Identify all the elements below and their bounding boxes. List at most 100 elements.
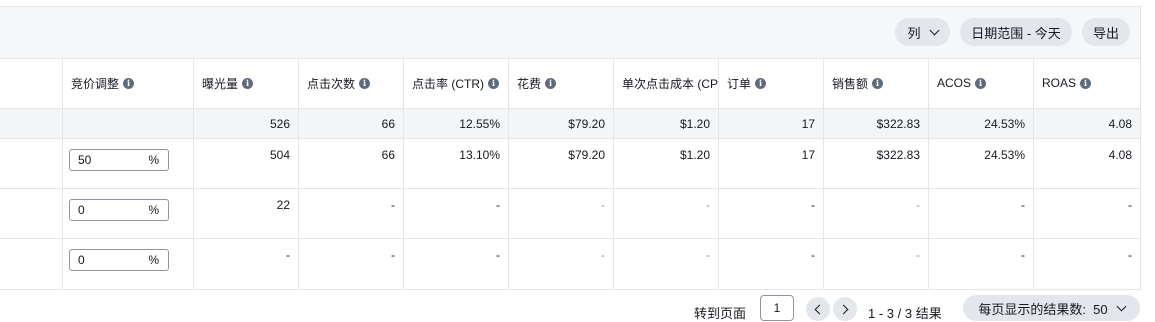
column-header-sales[interactable]: 销售额 i [823,58,928,108]
column-header-label: 订单 [727,76,752,91]
bid-adjust-cell: 50 % [62,139,193,188]
table-cell: 17 [718,139,823,188]
current-page-value: 1 [773,301,781,315]
table-cell: - [403,189,508,238]
bid-adjust-value: 0 [78,203,85,217]
table-cell: - [298,239,403,289]
export-button[interactable]: 导出 [1082,18,1130,46]
table-row: 50 % 504 66 13.10% $79.20 $1.20 17 $322.… [0,139,1140,189]
info-icon[interactable]: i [123,77,135,89]
table-cell: - [928,189,1033,238]
results-count: 1 - 3 / 3 结果 [868,306,942,321]
column-header-roas[interactable]: ROAS i [1033,58,1140,108]
table-cell: $1.20 [613,139,718,188]
table-container: 列 日期范围 - 今天 导出 竞价调整 i 曝光量 i 点击次数 i 点击率 (CTR… [0,6,1141,290]
table-cell: - [718,239,823,289]
summary-cell: 17 [718,109,823,138]
table-cell: - [613,239,718,289]
percent-unit: % [148,253,159,267]
table-cell: - [1033,239,1140,289]
table-cell: - [823,189,928,238]
column-header-impressions[interactable]: 曝光量 i [193,58,298,108]
table-cell: 4.08 [1033,139,1140,188]
table-cell: $79.20 [508,139,613,188]
table-cell: $322.83 [823,139,928,188]
table-cell: - [403,239,508,289]
column-header-label: 点击率 (CTR) [412,76,484,91]
bid-adjust-cell: 0 % [62,239,193,289]
summary-row: 526 66 12.55% $79.20 $1.20 17 $322.83 24… [0,109,1140,139]
column-header-cpc[interactable]: 单次点击成本 (CPC) [613,58,718,108]
bid-adjust-input[interactable]: 50 % [69,149,169,171]
table-cell: - [508,239,613,289]
table-cell: 13.10% [403,139,508,188]
summary-cell: $322.83 [823,109,928,138]
table-cell: 66 [298,139,403,188]
table-cell: - [298,189,403,238]
columns-label: 列 [907,25,921,41]
column-header-acos[interactable]: ACOS i [928,58,1033,108]
date-range-button[interactable]: 日期范围 - 今天 [960,18,1072,46]
summary-cell: 526 [193,109,298,138]
summary-cell: $1.20 [613,109,718,138]
info-icon[interactable]: i [975,77,987,89]
summary-cell: $79.20 [508,109,613,138]
column-header-label: ACOS [937,76,972,90]
results-per-page-select[interactable]: 每页显示的结果数: 50 [963,295,1140,321]
table-cell: 24.53% [928,139,1033,188]
percent-unit: % [148,203,159,217]
next-page-button[interactable] [833,297,857,321]
table-row: 0 % - - - - - - - - - [0,239,1140,289]
table-cell: 22 [193,189,298,238]
info-icon[interactable]: i [545,77,557,89]
table-cell: 504 [193,139,298,188]
table-toolbar: 列 日期范围 - 今天 导出 [0,7,1140,59]
summary-cell: 12.55% [403,109,508,138]
export-label: 导出 [1092,25,1119,41]
chevron-right-icon [838,304,849,314]
column-header-label: ROAS [1042,76,1077,90]
columns-button[interactable]: 列 [895,18,950,46]
info-icon[interactable]: i [242,77,254,89]
column-header-bid-adjust[interactable]: 竞价调整 i [62,58,193,108]
column-header-spend[interactable]: 花费 i [508,58,613,108]
summary-cell [62,109,193,138]
results-per-page-label: 每页显示的结果数: 50 [978,301,1108,317]
table-cell: - [613,189,718,238]
chevron-left-icon [814,304,825,314]
table-header: 竞价调整 i 曝光量 i 点击次数 i 点击率 (CTR) i 花费 i 单次点击成本 (… [0,58,1140,109]
info-icon[interactable]: i [872,77,884,89]
table-cell: - [718,189,823,238]
table-cell: - [508,189,613,238]
info-icon[interactable]: i [1080,77,1092,89]
chevron-down-icon [1116,301,1127,311]
column-header-ctr[interactable]: 点击率 (CTR) i [403,58,508,108]
chevron-down-icon [929,25,939,35]
bid-adjust-value: 50 [78,153,92,167]
bid-adjust-cell: 0 % [62,189,193,238]
column-header-orders[interactable]: 订单 i [718,58,823,108]
table-cell: - [823,239,928,289]
info-icon[interactable]: i [359,77,371,89]
summary-cell: 66 [298,109,403,138]
summary-cell: 24.53% [928,109,1033,138]
info-icon[interactable]: i [755,77,767,89]
column-header-label: 点击次数 [307,76,356,91]
previous-page-button[interactable] [806,297,830,321]
column-header-label: 花费 [517,76,542,91]
table-cell: - [1033,189,1140,238]
column-header-label: 曝光量 [202,76,239,91]
table-row: 0 % 22 - - - - - - - - [0,189,1140,239]
bid-adjust-input[interactable]: 0 % [69,249,169,271]
column-header-label: 销售额 [832,76,869,91]
column-header-clicks[interactable]: 点击次数 i [298,58,403,108]
page-number-input[interactable]: 1 [760,295,794,321]
date-range-label: 日期范围 - 今天 [971,25,1061,41]
table-cell: - [928,239,1033,289]
bid-adjust-value: 0 [78,253,85,267]
summary-cell: 4.08 [1033,109,1140,138]
column-header-label: 竞价调整 [71,76,120,91]
pagination-bar: 转到页面 1 1 - 3 / 3 结果 每页显示的结果数: 50 [0,292,1155,321]
info-icon[interactable]: i [488,77,499,89]
bid-adjust-input[interactable]: 0 % [69,199,169,221]
